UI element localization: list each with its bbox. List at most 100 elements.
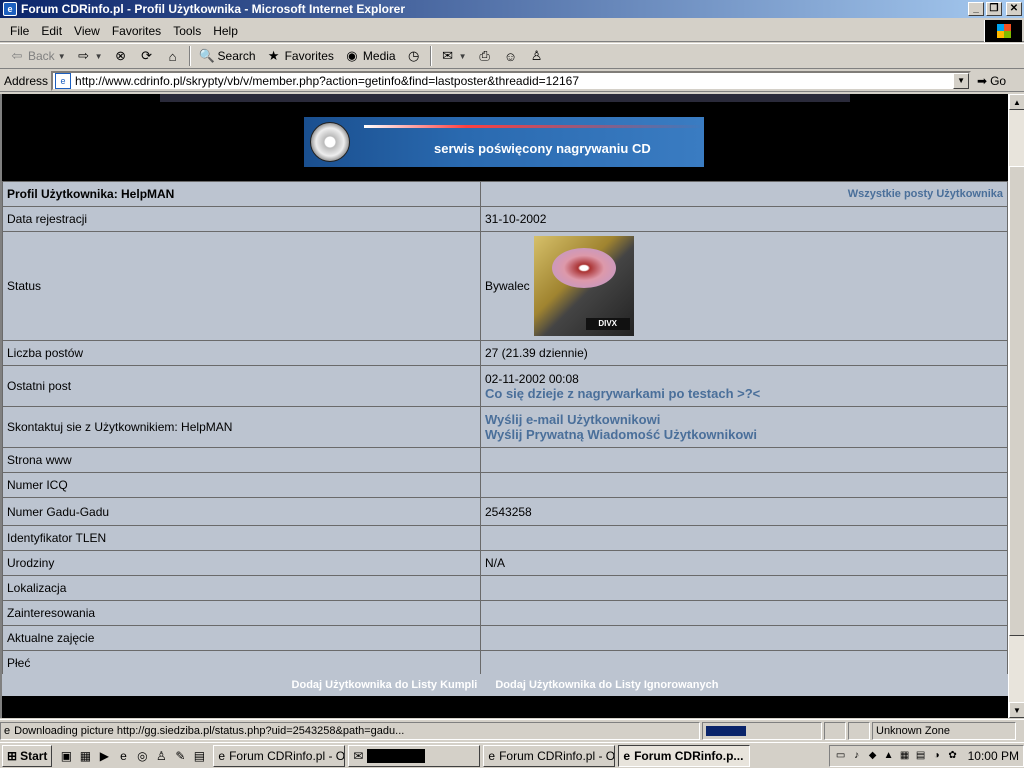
tray-icon[interactable]: ▭ <box>834 749 848 763</box>
status-text: Downloading picture http://gg.siedziba.p… <box>14 724 405 737</box>
back-dropdown-icon[interactable]: ▼ <box>58 52 66 61</box>
ie-icon: e <box>218 748 226 763</box>
tray-icon[interactable]: ▦ <box>898 749 912 763</box>
post-count: 27 (21.39 dziennie) <box>480 340 1008 366</box>
avatar: DIVX <box>533 236 634 336</box>
last-post-date: 02-11-2002 00:08 <box>485 371 579 386</box>
home-button[interactable]: ⌂ <box>160 45 186 67</box>
address-dropdown-icon[interactable]: ▼ <box>953 72 970 89</box>
quick-launch-icon[interactable]: ▤ <box>191 748 207 764</box>
ie-icon: e <box>623 748 631 763</box>
quick-launch-icon[interactable]: ◎ <box>134 748 150 764</box>
print-button[interactable]: ⎙ <box>472 45 498 67</box>
forward-dropdown-icon[interactable]: ▼ <box>95 52 103 61</box>
quick-launch-icon[interactable]: ▣ <box>58 748 74 764</box>
media-label: Media <box>362 49 396 63</box>
birthday-value: N/A <box>480 550 1008 576</box>
tray-icon[interactable]: ✿ <box>946 749 960 763</box>
tlen-value <box>480 525 1008 551</box>
send-email-link[interactable]: Wyślij e-mail Użytkownikowi <box>485 412 1003 427</box>
menu-edit[interactable]: Edit <box>35 24 68 38</box>
tray-icon[interactable]: ◑ <box>930 749 944 763</box>
history-button[interactable]: ◷ <box>401 45 427 67</box>
table-row: Identyfikator TLEN <box>2 525 1008 551</box>
row-label: Aktualne zajęcie <box>2 625 481 651</box>
menu-view[interactable]: View <box>68 24 106 38</box>
task-button[interactable]: ✉ <box>348 744 481 767</box>
quick-launch-icon[interactable]: e <box>115 748 131 764</box>
zone-text: Unknown Zone <box>876 724 950 737</box>
table-row: Liczba postów 27 (21.39 dziennie) <box>2 340 1008 366</box>
address-url[interactable]: http://www.cdrinfo.pl/skrypty/vb/v/membe… <box>75 74 953 88</box>
start-button[interactable]: ⊞ Start <box>2 744 53 767</box>
toolbar: ⇦ Back ▼ ⇨ ▼ ⊗ ⟳ ⌂ 🔍 Search ★ Favorites … <box>0 43 1024 69</box>
scroll-up-icon[interactable]: ▲ <box>1009 94 1024 110</box>
add-friend-link[interactable]: Dodaj Użytkownika do Listy Kumpli <box>292 679 478 691</box>
media-icon: ◉ <box>346 48 358 63</box>
table-row: Skontaktuj sie z Użytkownikiem: HelpMAN … <box>2 406 1008 448</box>
mail-icon: ✉ <box>442 48 454 63</box>
menu-bar: File Edit View Favorites Tools Help <box>0 20 1024 42</box>
media-button[interactable]: ◉ Media <box>339 45 401 67</box>
system-tray: ▭ ♪ ◆ ▲ ▦ ▤ ◑ ✿ 10:00 PM <box>828 744 1024 767</box>
go-button[interactable]: ➡ Go <box>977 74 1006 88</box>
location-value <box>480 575 1008 601</box>
discuss-button[interactable]: ♙ <box>524 45 550 67</box>
site-banner[interactable]: serwis poświęcony nagrywaniu CD <box>304 117 704 167</box>
scroll-down-icon[interactable]: ▼ <box>1009 702 1024 718</box>
quick-launch-icon[interactable]: ▶ <box>96 748 112 764</box>
maximize-button[interactable]: ❐ <box>986 2 1002 16</box>
toolbar-separator <box>429 46 432 66</box>
menu-favorites[interactable]: Favorites <box>106 24 167 38</box>
profile-actions: Dodaj Użytkownika do Listy Kumpli Dodaj … <box>2 674 1008 696</box>
tray-icon[interactable]: ▲ <box>882 749 896 763</box>
cd-disc-icon <box>310 122 350 162</box>
task-button-active[interactable]: e Forum CDRinfo.p... <box>618 744 751 767</box>
all-posts-link[interactable]: Wszystkie posty Użytkownika <box>480 181 1008 207</box>
search-button[interactable]: 🔍 Search <box>194 45 261 67</box>
address-input[interactable]: e http://www.cdrinfo.pl/skrypty/vb/v/mem… <box>51 70 972 91</box>
refresh-button[interactable]: ⟳ <box>134 45 160 67</box>
mail-dropdown-icon[interactable]: ▼ <box>459 52 467 61</box>
tray-icon[interactable]: ▤ <box>914 749 928 763</box>
taskbar: ⊞ Start ▣ ▦ ▶ e ◎ ♙ ✎ ▤ e Forum CDRinfo.… <box>0 742 1024 768</box>
status-cell: Bywalec DIVX <box>480 231 1008 341</box>
avatar-badge: DIVX <box>585 318 630 330</box>
row-label: Płeć <box>2 650 481 676</box>
mail-button[interactable]: ✉ ▼ <box>435 45 472 67</box>
task-button[interactable]: e Forum CDRinfo.pl - O... <box>213 744 346 767</box>
row-label: Numer ICQ <box>2 472 481 498</box>
quick-launch-icon[interactable]: ▦ <box>77 748 93 764</box>
windows-flag-icon: ⊞ <box>7 748 18 763</box>
page-content: serwis poświęcony nagrywaniu CD Profil U… <box>0 94 1008 718</box>
volume-icon[interactable]: ♪ <box>850 749 864 763</box>
messenger-button[interactable]: ☺ <box>498 45 524 67</box>
title-bar: e Forum CDRinfo.pl - Profil Użytkownika … <box>0 0 1024 18</box>
row-label: Strona www <box>2 447 481 473</box>
quick-launch-icon[interactable]: ✎ <box>172 748 188 764</box>
add-ignore-link[interactable]: Dodaj Użytkownika do Listy Ignorowanych <box>495 679 718 691</box>
menu-file[interactable]: File <box>4 24 35 38</box>
favorites-icon: ★ <box>267 48 280 63</box>
menu-help[interactable]: Help <box>207 24 244 38</box>
menu-tools[interactable]: Tools <box>167 24 207 38</box>
favorites-button[interactable]: ★ Favorites <box>261 45 339 67</box>
table-row: Numer ICQ <box>2 472 1008 498</box>
quick-launch-icon[interactable]: ♙ <box>153 748 169 764</box>
windows-logo-icon <box>984 20 1022 42</box>
last-post-link[interactable]: Co się dzieje z nagrywarkami po testach … <box>485 386 1003 401</box>
task-button[interactable]: e Forum CDRinfo.pl - O... <box>483 744 616 767</box>
page-loading-icon: e <box>4 724 11 737</box>
row-label: Skontaktuj sie z Użytkownikiem: HelpMAN <box>2 406 481 448</box>
stop-button[interactable]: ⊗ <box>108 45 134 67</box>
send-pm-link[interactable]: Wyślij Prywatną Wiadomość Użytkownikowi <box>485 427 1003 442</box>
row-label: Data rejestracji <box>2 206 481 232</box>
progress-cell <box>702 721 822 740</box>
tray-icon[interactable]: ◆ <box>866 749 880 763</box>
close-button[interactable]: ✕ <box>1006 2 1022 16</box>
forward-button[interactable]: ⇨ ▼ <box>71 45 108 67</box>
vertical-scrollbar[interactable]: ▲ ▼ <box>1008 94 1024 718</box>
scroll-thumb[interactable] <box>1009 166 1024 636</box>
minimize-button[interactable]: _ <box>968 2 984 16</box>
back-button[interactable]: ⇦ Back ▼ <box>4 45 71 67</box>
